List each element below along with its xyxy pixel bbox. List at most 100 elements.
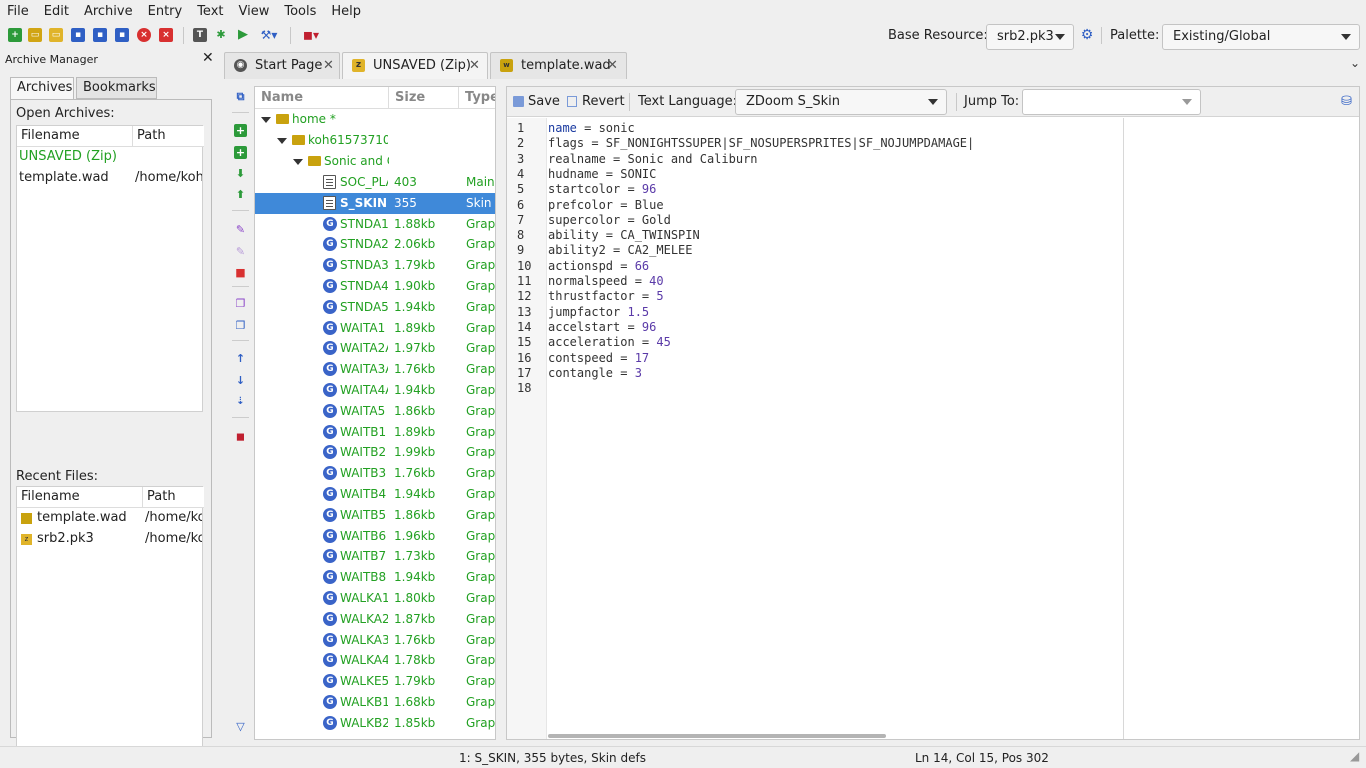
gear-icon[interactable]: ⚙ — [1080, 28, 1094, 42]
chevron-down-icon[interactable] — [293, 159, 303, 165]
tree-entry-row[interactable]: G STNDA2 2.06kb Grap — [255, 234, 495, 255]
tab-template-wad[interactable]: w template.wad ✕ — [490, 52, 627, 79]
tree-entry-row[interactable]: GWAITA3A 1.76kb Grap — [255, 359, 495, 380]
menu-item-archive[interactable]: Archive — [84, 4, 133, 19]
delete-icon[interactable]: ■ — [234, 266, 247, 279]
filter-icon[interactable]: ▽ — [234, 720, 247, 733]
tree-entry-row[interactable]: G WAITA5 1.86kb Grap — [255, 401, 495, 422]
base-resource-select[interactable]: srb2.pk3 — [986, 24, 1074, 50]
close-icon[interactable]: ✕ — [469, 58, 480, 73]
rename-each-icon[interactable]: ✎ — [234, 245, 247, 258]
resize-grip-icon[interactable]: ◢ — [1350, 749, 1359, 763]
tree-entry-row[interactable]: G WAITB1 1.89kb Grap — [255, 422, 495, 443]
sort-icon[interactable]: ⇣ — [234, 395, 247, 408]
save-as-icon[interactable]: ▪ — [93, 28, 107, 42]
tree-entry-row[interactable]: G STNDA1 1.88kb Grap — [255, 214, 495, 235]
horizontal-scrollbar[interactable] — [548, 734, 886, 738]
tree-entry-row[interactable]: G WALKA4 1.78kb Grap — [255, 650, 495, 671]
tree-entry-row[interactable]: G WALKE5 1.79kb Grap — [255, 671, 495, 692]
chevron-down-icon[interactable] — [261, 117, 271, 123]
tree-entry-row[interactable]: G WAITB2 1.99kb Grap — [255, 442, 495, 463]
tree-entry-row[interactable]: GWAITA2A 1.97kb Grap — [255, 338, 495, 359]
tree-folder-user[interactable]: koh61573710 — [255, 130, 495, 151]
rename-icon[interactable]: ✎ — [234, 223, 247, 236]
chevron-down-icon[interactable] — [277, 138, 287, 144]
list-item[interactable]: z srb2.pk3 /home/kol — [17, 529, 202, 550]
column-header-filename[interactable]: Filename — [17, 487, 143, 508]
tree-entry-row[interactable]: G WAITB3 1.76kb Grap — [255, 463, 495, 484]
tree-entry-row[interactable]: GWAITA4A 1.94kb Grap — [255, 380, 495, 401]
move-up-icon[interactable]: ↑ — [234, 352, 247, 365]
text-tools-icon[interactable]: ⛁ — [1341, 94, 1352, 109]
column-header-path[interactable]: Path — [133, 126, 204, 147]
tree-entry-row[interactable]: G WALKA1 1.80kb Grap — [255, 588, 495, 609]
move-down-icon[interactable]: ↓ — [234, 374, 247, 387]
close-icon[interactable]: ✕ — [607, 58, 618, 73]
import-icon[interactable]: ⬇ — [234, 167, 247, 180]
tab-archives[interactable]: Archives — [10, 77, 74, 100]
column-header-type[interactable]: Type — [459, 87, 495, 109]
open-archives-list[interactable]: Filename Path UNSAVED (Zip) template.wad… — [16, 125, 204, 412]
tree-entry-row[interactable]: G WALKB2 1.85kb Grap — [255, 713, 495, 734]
tab-bookmarks[interactable]: Bookmarks — [76, 77, 157, 99]
save-button[interactable]: Save — [528, 94, 560, 109]
tree-folder-sonic[interactable]: Sonic and C — [255, 151, 495, 172]
bookmark-icon[interactable]: ◼▾ — [300, 28, 322, 42]
new-archive-icon[interactable]: + — [8, 28, 22, 42]
save-icon[interactable]: ▪ — [71, 28, 85, 42]
list-item[interactable]: template.wad /home/koh6 — [17, 168, 202, 189]
column-header-name[interactable]: Name — [255, 87, 389, 109]
column-header-path[interactable]: Path — [143, 487, 204, 508]
tree-entry-row[interactable]: G WALKA2 1.87kb Grap — [255, 609, 495, 630]
toggle-panel-icon[interactable]: ⧉ — [234, 90, 247, 103]
recent-files-list[interactable]: Filename Path template.wad /home/kol z s… — [16, 486, 204, 768]
tree-entry-row[interactable]: G WAITB5 1.86kb Grap — [255, 505, 495, 526]
tree-entry-row[interactable]: G WAITB6 1.96kb Grap — [255, 526, 495, 547]
export-icon[interactable]: ⬆ — [234, 188, 247, 201]
column-header-size[interactable]: Size — [389, 87, 459, 109]
menu-item-text[interactable]: Text — [197, 4, 223, 19]
tree-entry-row[interactable]: G WAITB4 1.94kb Grap — [255, 484, 495, 505]
tools-icon[interactable]: ⚒▾ — [258, 28, 280, 42]
tree-entry-row[interactable]: SOC_PLA 403 Main — [255, 172, 495, 193]
bookmark-icon[interactable]: ◼ — [234, 430, 247, 443]
tree-entry-row[interactable]: G WAITA1 1.89kb Grap — [255, 318, 495, 339]
tree-entry-row[interactable]: G STNDA3 1.79kb Grap — [255, 255, 495, 276]
menu-item-file[interactable]: File — [7, 4, 29, 19]
column-header-filename[interactable]: Filename — [17, 126, 133, 147]
close-archive-icon[interactable]: × — [137, 28, 151, 42]
menu-item-help[interactable]: Help — [331, 4, 361, 19]
chevron-down-icon[interactable]: ⌄ — [1350, 56, 1360, 70]
tree-entry-row[interactable]: G WALKB1 1.68kb Grap — [255, 692, 495, 713]
revert-button[interactable]: Revert — [582, 94, 625, 109]
close-all-icon[interactable]: × — [159, 28, 173, 42]
menu-item-view[interactable]: View — [239, 4, 270, 19]
tree-entry-row[interactable]: S_SKIN 355 Skin — [255, 192, 495, 214]
menu-item-entry[interactable]: Entry — [148, 4, 183, 19]
tree-entry-row[interactable]: G WAITB8 1.94kb Grap — [255, 567, 495, 588]
list-item[interactable]: template.wad /home/kol — [17, 508, 202, 529]
close-icon[interactable]: ✕ — [202, 50, 214, 66]
open-directory-icon[interactable]: ▭ — [49, 28, 63, 42]
jump-to-select[interactable] — [1022, 89, 1201, 115]
list-item[interactable]: UNSAVED (Zip) — [17, 147, 202, 168]
tab-start-page[interactable]: ◉ Start Page ✕ — [224, 52, 340, 79]
texture-editor-icon[interactable]: T — [193, 28, 207, 42]
paste-icon[interactable]: ❐ — [234, 319, 247, 332]
text-language-select[interactable]: ZDoom S_Skin — [735, 89, 947, 115]
copy-icon[interactable]: ❐ — [234, 297, 247, 310]
new-directory-icon[interactable]: + — [234, 146, 247, 159]
open-archive-icon[interactable]: ▭ — [28, 28, 42, 42]
new-entry-icon[interactable]: + — [234, 124, 247, 137]
close-icon[interactable]: ✕ — [323, 58, 334, 73]
tree-entry-row[interactable]: G STNDA5 1.94kb Grap — [255, 297, 495, 318]
tree-entry-row[interactable]: G STNDA4 1.90kb Grap — [255, 276, 495, 297]
code-text-area[interactable]: name = sonic flags = SF_NONIGHTSSUPER|SF_… — [548, 118, 1124, 739]
palette-select[interactable]: Existing/Global — [1162, 24, 1360, 50]
menu-item-edit[interactable]: Edit — [44, 4, 69, 19]
tree-entry-row[interactable]: G WALKA3 1.76kb Grap — [255, 630, 495, 651]
save-all-icon[interactable]: ▪ — [115, 28, 129, 42]
tab-unsaved-zip[interactable]: z UNSAVED (Zip) ✕ — [342, 52, 488, 79]
tree-entry-row[interactable]: G WAITB7 1.73kb Grap — [255, 546, 495, 567]
run-icon[interactable]: ▶ — [236, 28, 250, 42]
